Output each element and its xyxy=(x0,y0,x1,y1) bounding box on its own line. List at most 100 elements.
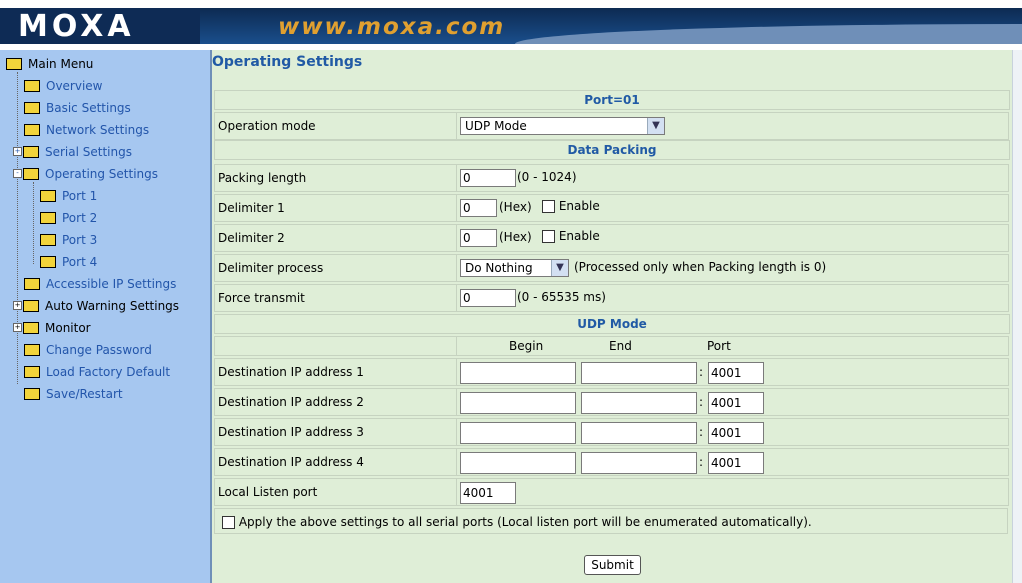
delimiter-process-select[interactable]: Do Nothing ▼ xyxy=(460,259,569,277)
tree-item-label: Change Password xyxy=(46,343,152,357)
header-banner: MOXA www.moxa.com xyxy=(0,0,1022,50)
folder-icon xyxy=(23,321,39,334)
dest-ip-cell: : xyxy=(456,418,1009,446)
main-menu-tree: Main Menu Overview Basic Settings Networ… xyxy=(0,50,212,583)
local-listen-cell xyxy=(456,478,1009,506)
dest-ip-begin-input[interactable] xyxy=(460,452,576,474)
dest-ip-port-input[interactable] xyxy=(708,452,764,474)
tree-item-label: Network Settings xyxy=(46,123,150,137)
folder-icon xyxy=(40,255,56,268)
tree-item-accessible-ip-settings[interactable]: Accessible IP Settings xyxy=(24,274,176,294)
tree-item-port-3[interactable]: Port 3 xyxy=(40,230,97,250)
expand-plus-icon[interactable]: + xyxy=(13,323,22,332)
operation-mode-selected: UDP Mode xyxy=(465,119,527,133)
dest-ip-end-input[interactable] xyxy=(581,452,697,474)
tree-item-port-4[interactable]: Port 4 xyxy=(40,252,97,272)
force-transmit-label: Force transmit xyxy=(214,284,457,312)
tree-item-operating-settings[interactable]: - Operating Settings xyxy=(13,164,158,184)
force-transmit-cell: (0 - 65535 ms) xyxy=(456,284,1009,312)
tree-item-serial-settings[interactable]: + Serial Settings xyxy=(13,142,132,162)
tree-item-load-factory-default[interactable]: Load Factory Default xyxy=(24,362,170,382)
dest-ip-label: Destination IP address 2 xyxy=(214,388,457,416)
tree-item-label: Port 3 xyxy=(62,233,98,247)
packing-length-input[interactable] xyxy=(460,169,516,187)
local-listen-port-input[interactable] xyxy=(460,482,516,504)
dest-ip-port-input[interactable] xyxy=(708,362,764,384)
delimiter2-label: Delimiter 2 xyxy=(214,224,457,252)
vertical-scrollbar[interactable] xyxy=(1012,50,1022,583)
tree-item-change-password[interactable]: Change Password xyxy=(24,340,152,360)
delimiter1-enable-wrap[interactable]: Enable xyxy=(542,199,600,213)
apply-all-label: Apply the above settings to all serial p… xyxy=(238,515,812,529)
tree-item-label: Operating Settings xyxy=(45,167,159,181)
delimiter1-cell: (Hex) Enable xyxy=(456,194,1009,222)
delimiter1-input[interactable] xyxy=(460,199,497,217)
operation-mode-select[interactable]: UDP Mode ▼ xyxy=(460,117,665,135)
tree-item-overview[interactable]: Overview xyxy=(24,76,103,96)
chevron-down-icon: ▼ xyxy=(551,260,568,276)
folder-icon xyxy=(23,145,39,158)
tree-item-port-1[interactable]: Port 1 xyxy=(40,186,97,206)
col-end: End xyxy=(609,339,632,353)
tree-item-label: Accessible IP Settings xyxy=(46,277,177,291)
dest-ip-row-1: Destination IP address 1 : xyxy=(214,358,1010,386)
main-content: Operating Settings Port=01 Operation mod… xyxy=(212,50,1012,583)
dest-ip-end-input[interactable] xyxy=(581,392,697,414)
expand-plus-icon[interactable]: + xyxy=(13,147,22,156)
tree-connector xyxy=(33,182,34,264)
force-transmit-input[interactable] xyxy=(460,289,516,307)
colon-separator: : xyxy=(699,425,704,439)
tree-item-auto-warning-settings[interactable]: + Auto Warning Settings xyxy=(13,296,179,316)
udp-column-header-cell: Begin End Port xyxy=(456,336,1009,356)
dest-ip-label: Destination IP address 1 xyxy=(214,358,457,386)
delimiter2-cell: (Hex) Enable xyxy=(456,224,1009,252)
tree-item-network-settings[interactable]: Network Settings xyxy=(24,120,149,140)
folder-icon xyxy=(24,343,40,356)
packing-length-label: Packing length xyxy=(214,164,457,192)
dest-ip-begin-input[interactable] xyxy=(460,362,576,384)
collapse-minus-icon[interactable]: - xyxy=(13,169,22,178)
delimiter2-input[interactable] xyxy=(460,229,497,247)
local-listen-label: Local Listen port xyxy=(214,478,457,506)
tree-item-save-restart[interactable]: Save/Restart xyxy=(24,384,123,404)
packing-length-cell: (0 - 1024) xyxy=(456,164,1009,192)
folder-icon xyxy=(40,211,56,224)
dest-ip-end-input[interactable] xyxy=(581,422,697,444)
col-begin: Begin xyxy=(509,339,544,353)
operation-mode-label: Operation mode xyxy=(214,112,457,140)
delimiter2-enable-checkbox[interactable] xyxy=(542,230,555,243)
delimiter-process-selected: Do Nothing xyxy=(465,261,533,275)
dest-ip-row-4: Destination IP address 4 : xyxy=(214,448,1010,476)
tree-item-label: Auto Warning Settings xyxy=(45,299,180,313)
expand-plus-icon[interactable]: + xyxy=(13,301,22,310)
apply-all-checkbox[interactable] xyxy=(222,516,235,529)
tree-item-label: Serial Settings xyxy=(45,145,132,159)
port-header: Port=01 xyxy=(214,90,1010,110)
moxa-logo: MOXA xyxy=(18,9,135,44)
delimiter2-enable-wrap[interactable]: Enable xyxy=(542,229,600,243)
colon-separator: : xyxy=(699,395,704,409)
tree-item-monitor[interactable]: + Monitor xyxy=(13,318,91,338)
delimiter2-enable-label: Enable xyxy=(558,229,600,243)
folder-icon xyxy=(24,365,40,378)
submit-button[interactable]: Submit xyxy=(584,555,641,575)
tree-item-basic-settings[interactable]: Basic Settings xyxy=(24,98,131,118)
page-title: Operating Settings xyxy=(212,54,363,70)
tree-item-main-menu[interactable]: Main Menu xyxy=(6,54,93,74)
apply-all-cell[interactable]: Apply the above settings to all serial p… xyxy=(214,508,1008,534)
tree-item-port-2[interactable]: Port 2 xyxy=(40,208,97,228)
dest-ip-begin-input[interactable] xyxy=(460,422,576,444)
delimiter2-row: Delimiter 2 (Hex) Enable xyxy=(214,224,1010,252)
delimiter1-enable-checkbox[interactable] xyxy=(542,200,555,213)
dest-ip-begin-input[interactable] xyxy=(460,392,576,414)
dest-ip-port-input[interactable] xyxy=(708,392,764,414)
udp-column-header-blank xyxy=(214,336,457,356)
tree-item-label: Port 1 xyxy=(62,189,98,203)
dest-ip-row-3: Destination IP address 3 : xyxy=(214,418,1010,446)
delimiter1-enable-label: Enable xyxy=(558,199,600,213)
dest-ip-port-input[interactable] xyxy=(708,422,764,444)
dest-ip-end-input[interactable] xyxy=(581,362,697,384)
force-transmit-row: Force transmit (0 - 65535 ms) xyxy=(214,284,1010,312)
tree-item-label: Save/Restart xyxy=(46,387,123,401)
folder-icon xyxy=(24,79,40,92)
